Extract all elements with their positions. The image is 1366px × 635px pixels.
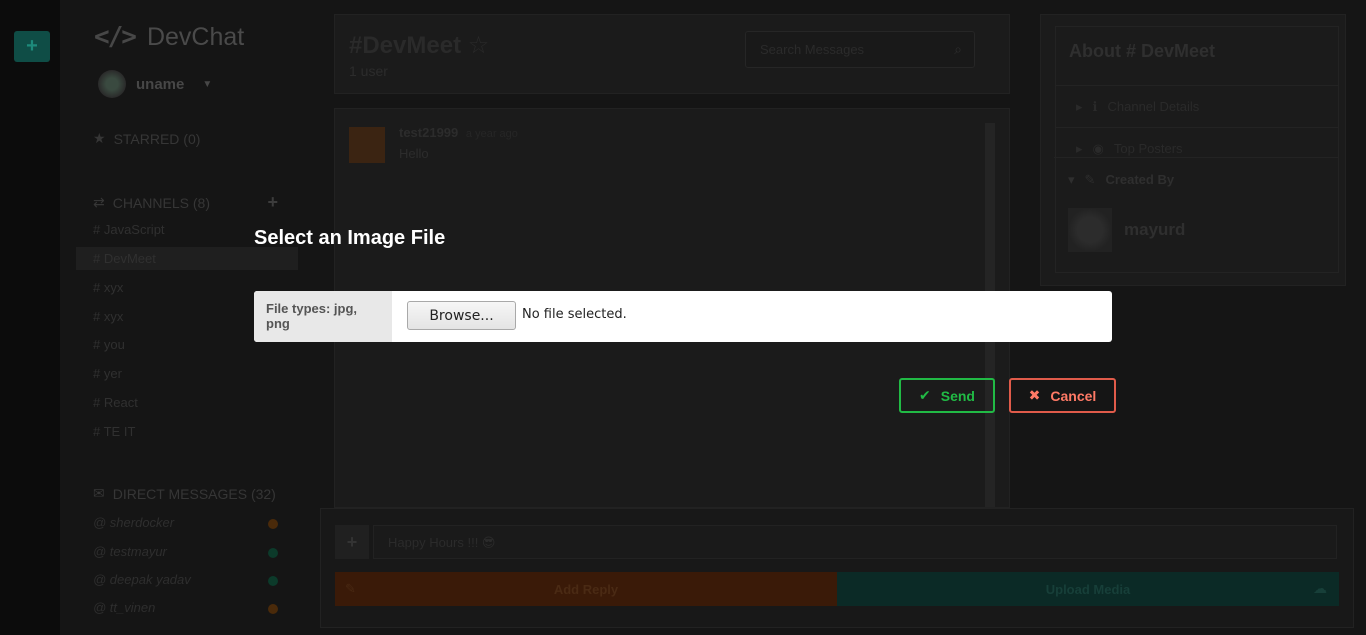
browse-button[interactable]: Browse... bbox=[407, 301, 516, 330]
close-icon: ✖ bbox=[1028, 387, 1041, 403]
send-label: Send bbox=[940, 387, 975, 404]
modal-title: Select an Image File bbox=[254, 227, 446, 249]
cancel-button[interactable]: ✖ Cancel bbox=[1009, 378, 1116, 413]
checkmark-icon: ✔ bbox=[919, 387, 931, 403]
send-button[interactable]: ✔ Send bbox=[899, 378, 995, 413]
file-types-label: File types: jpg, png bbox=[254, 291, 392, 342]
file-status: No file selected. bbox=[522, 307, 627, 322]
cancel-label: Cancel bbox=[1050, 387, 1097, 404]
file-input-field: File types: jpg, png Browse... No file s… bbox=[254, 291, 1112, 342]
